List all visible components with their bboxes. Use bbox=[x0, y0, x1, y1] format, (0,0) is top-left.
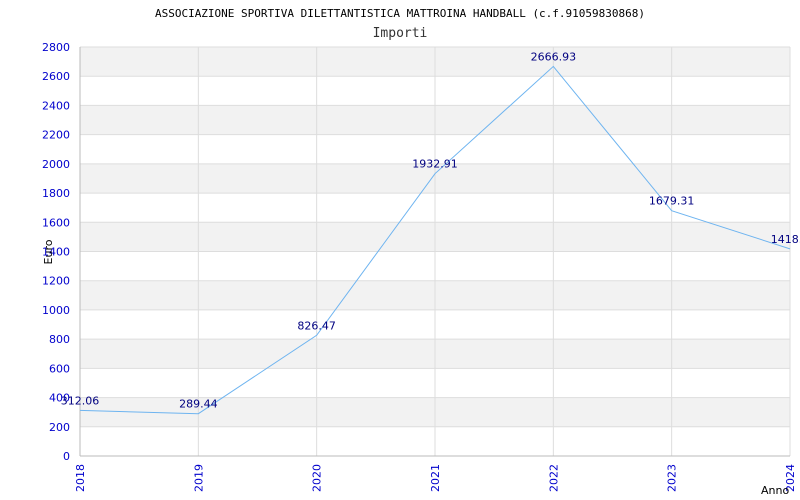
y-tick-label: 600 bbox=[49, 362, 70, 375]
data-label: 2666.93 bbox=[531, 50, 577, 63]
data-label: 289.44 bbox=[179, 398, 218, 411]
data-label: 826.47 bbox=[297, 319, 336, 332]
y-tick-label: 200 bbox=[49, 421, 70, 434]
data-label: 1932.91 bbox=[412, 158, 458, 171]
y-tick-label: 2800 bbox=[42, 41, 70, 54]
x-tick-label: 2018 bbox=[74, 464, 87, 492]
x-tick-label: 2022 bbox=[547, 464, 560, 492]
x-axis-label: Anno bbox=[761, 484, 789, 497]
line-chart: ASSOCIAZIONE SPORTIVA DILETTANTISTICA MA… bbox=[42, 7, 800, 497]
data-label: 1679.31 bbox=[649, 195, 695, 208]
y-tick-label: 1800 bbox=[42, 187, 70, 200]
y-tick-label: 1000 bbox=[42, 304, 70, 317]
y-tick-label: 1200 bbox=[42, 275, 70, 288]
chart-subtitle: Importi bbox=[373, 26, 428, 41]
y-tick-label: 800 bbox=[49, 333, 70, 346]
y-tick-label: 2600 bbox=[42, 70, 70, 83]
data-label: 1418.0 bbox=[771, 233, 800, 246]
y-tick-label: 2400 bbox=[42, 99, 70, 112]
x-tick-label: 2020 bbox=[311, 464, 324, 492]
y-tick-label: 1600 bbox=[42, 216, 70, 229]
data-label: 312.06 bbox=[61, 394, 100, 407]
y-tick-label: 2200 bbox=[42, 129, 70, 142]
y-tick-label: 0 bbox=[63, 450, 70, 463]
x-axis-ticks: 2018 2019 2020 2021 2022 2023 2024 bbox=[74, 464, 797, 492]
x-tick-label: 2019 bbox=[192, 464, 205, 492]
y-tick-label: 2000 bbox=[42, 158, 70, 171]
y-axis-label: Euro bbox=[42, 239, 55, 264]
x-tick-label: 2023 bbox=[666, 464, 679, 492]
x-tick-label: 2021 bbox=[429, 464, 442, 492]
chart-title: ASSOCIAZIONE SPORTIVA DILETTANTISTICA MA… bbox=[155, 7, 645, 20]
